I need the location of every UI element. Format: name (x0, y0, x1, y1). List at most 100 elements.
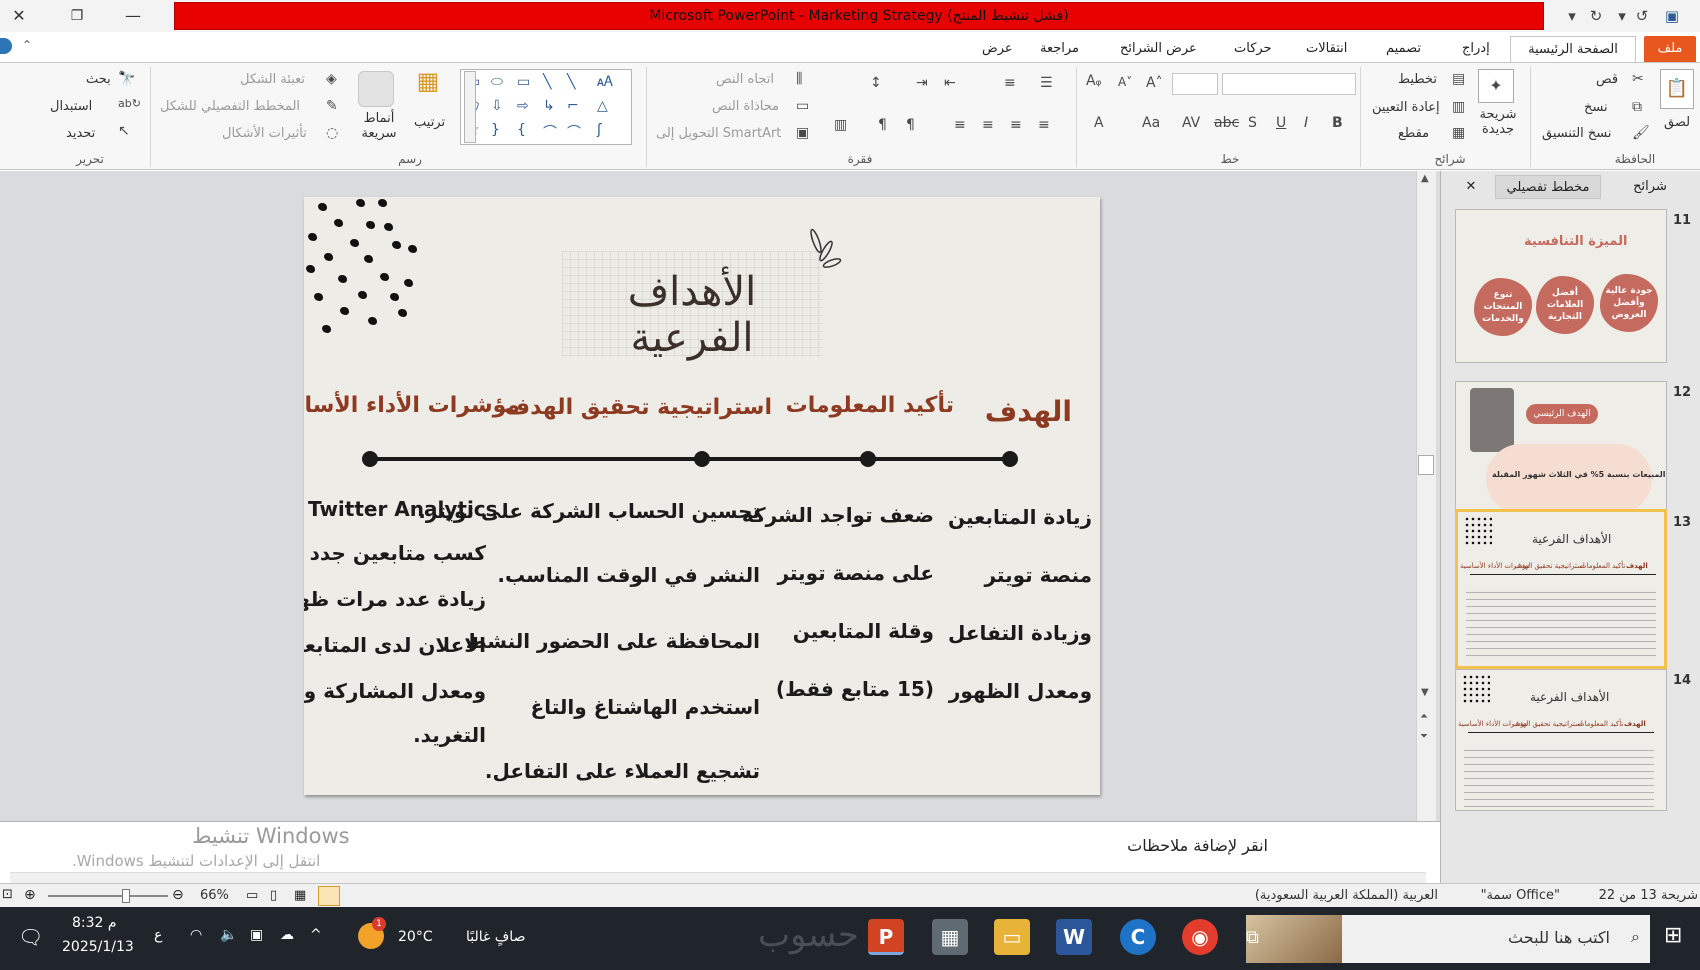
collapse-ribbon-icon[interactable]: ⌃ (22, 38, 32, 52)
tab-slides-pane[interactable]: شرائح (1605, 175, 1695, 199)
shape-outline-icon[interactable]: ✎ (326, 98, 338, 114)
replace-button[interactable]: استبدال (50, 99, 92, 114)
select-button[interactable]: تحديد (66, 126, 95, 141)
shape-effects-button[interactable]: تأثيرات الأشكال (222, 126, 307, 141)
font-name-box[interactable] (1222, 73, 1356, 95)
meet-icon[interactable]: ▣ (250, 927, 263, 943)
paste-button[interactable]: لصق (1664, 115, 1690, 130)
slideshow-icon[interactable]: ▭ (246, 888, 258, 903)
align-left-icon[interactable]: ≡ (982, 117, 994, 133)
bold-icon[interactable]: B (1332, 115, 1343, 131)
close-pane-icon[interactable]: ✕ (1459, 175, 1483, 199)
scissors-icon[interactable]: ✂ (1632, 71, 1644, 87)
shapes-gallery[interactable]: ▭⬭▭╲╲🗚 ⬠⇩⇨↳⌐△ ☆}{⌒⌒ʃ (460, 69, 632, 145)
strikethrough-icon[interactable]: abc (1214, 115, 1239, 131)
align-text-icon[interactable]: ▭ (796, 98, 809, 114)
file-explorer-icon[interactable]: ▭ (994, 919, 1030, 955)
weather-desc[interactable]: صافٍ غالبًا (466, 929, 525, 945)
tab-slideshow[interactable]: عرض الشرائح (1110, 36, 1207, 62)
section-icon[interactable]: ▦ (1452, 125, 1465, 141)
clock-time[interactable]: 8:32 م (72, 915, 117, 931)
smartart-icon[interactable]: ▣ (796, 125, 809, 141)
fit-slide-icon[interactable]: ⊡ (2, 887, 13, 902)
shrink-font-icon[interactable]: A˅ (1118, 75, 1132, 89)
tab-transitions[interactable]: انتقالات (1296, 36, 1357, 62)
smartart-button[interactable]: التحويل إلى SmartArt (656, 126, 781, 141)
shadow-icon[interactable]: S (1248, 115, 1257, 131)
next-slide-icon[interactable]: ⏷ (1420, 731, 1428, 742)
tray-chevron-icon[interactable]: ^ (310, 927, 322, 943)
help-icon[interactable] (0, 38, 12, 54)
text-direction-icon[interactable]: ⫼ (796, 71, 802, 87)
reset-button[interactable]: إعادة التعيين (1372, 100, 1440, 115)
word-icon[interactable]: W (1056, 919, 1092, 955)
reading-view-icon[interactable]: ▯ (270, 888, 277, 903)
chrome-icon[interactable]: ◉ (1182, 919, 1218, 955)
dropdown-arrow-icon[interactable]: ▾ (1612, 5, 1632, 27)
tab-home[interactable]: الصفحة الرئيسية (1510, 36, 1636, 62)
powerpoint-icon[interactable]: P (868, 919, 904, 955)
numbering-icon[interactable]: ≡ (1004, 75, 1016, 91)
replace-icon[interactable]: ab↻ (118, 97, 141, 110)
line-spacing-icon[interactable]: ↕ (870, 75, 882, 91)
rtl-icon[interactable]: ¶ (906, 117, 915, 133)
font-color-icon[interactable]: A (1094, 115, 1104, 131)
bullets-icon[interactable]: ☰ (1040, 75, 1053, 91)
quick-styles-icon[interactable] (358, 71, 394, 107)
scroll-thumb[interactable] (1418, 455, 1434, 475)
save-icon[interactable]: ▣ (1662, 5, 1682, 27)
repeat-icon[interactable]: ↻ (1586, 5, 1606, 27)
notes-placeholder[interactable]: انقر لإضافة ملاحظات (1127, 836, 1268, 855)
copy-button[interactable]: نسخ (1584, 100, 1608, 115)
undo-icon[interactable]: ↺ (1632, 5, 1652, 27)
italic-icon[interactable]: I (1304, 115, 1308, 131)
char-spacing-icon[interactable]: AV (1182, 115, 1200, 131)
center-icon[interactable]: ≡ (1010, 117, 1022, 133)
scroll-down-icon[interactable]: ▼ (1421, 687, 1429, 698)
normal-view-icon[interactable] (318, 886, 340, 906)
text-direction-button[interactable]: اتجاه النص (716, 72, 774, 87)
copy-icon[interactable]: ⧉ (1632, 99, 1642, 115)
increase-indent-icon[interactable]: ⇥ (916, 75, 928, 91)
tool-icon[interactable]: ▦ (932, 919, 968, 955)
zoom-level[interactable]: 66% (200, 888, 229, 903)
weather-temp[interactable]: 20°C (398, 929, 433, 945)
underline-icon[interactable]: U (1276, 115, 1286, 131)
previous-slide-icon[interactable]: ⏶ (1420, 711, 1428, 722)
layout-button[interactable]: تخطيط (1398, 72, 1437, 87)
find-button[interactable]: بحث (86, 72, 111, 87)
layout-icon[interactable]: ▤ (1452, 71, 1465, 87)
notes-pane[interactable]: انقر لإضافة ملاحظات تنشيط Windows انتقل … (0, 821, 1440, 884)
app-c-icon[interactable]: C (1120, 919, 1156, 955)
taskbar-search[interactable]: ⌕ اكتب هنا للبحث (1246, 915, 1650, 963)
slide-canvas[interactable]: الأهداف الفرعية الهدف تأكيد المعلومات اس… (304, 197, 1100, 795)
onedrive-icon[interactable]: ☁ (280, 927, 294, 943)
new-slide-icon[interactable]: ✦ (1478, 69, 1514, 103)
arrange-icon[interactable]: ▦ (408, 67, 448, 105)
input-language[interactable]: ع (154, 927, 162, 943)
zoom-slider[interactable] (48, 895, 168, 897)
shape-effects-icon[interactable]: ◌ (326, 125, 338, 141)
slide-thumbnail-14[interactable]: الأهداف الفرعية الهدف تأكيد المعلومات اس… (1455, 669, 1667, 811)
tab-review[interactable]: مراجعة (1030, 36, 1089, 62)
tab-outline-pane[interactable]: مخطط تفصيلي (1495, 175, 1601, 199)
new-slide-button[interactable]: شريحة جديدة (1478, 107, 1518, 137)
tab-animations[interactable]: حركات (1224, 36, 1282, 62)
shape-outline-button[interactable]: المخطط التفصيلي للشكل (160, 99, 300, 114)
clock-date[interactable]: 2025/1/13 (62, 939, 134, 955)
paste-icon[interactable]: 📋 (1660, 69, 1694, 109)
wifi-icon[interactable]: ◠ (190, 927, 202, 943)
zoom-in-icon[interactable]: ⊕ (24, 887, 36, 903)
change-case-icon[interactable]: Aa (1142, 115, 1160, 131)
clear-format-icon[interactable]: Aᵩ (1086, 73, 1101, 89)
format-painter-icon[interactable]: 🖌 (1632, 125, 1650, 141)
reset-icon[interactable]: ▥ (1452, 99, 1465, 115)
arrange-button[interactable]: ترتيب (414, 115, 445, 130)
grow-font-icon[interactable]: A˄ (1146, 75, 1163, 91)
vertical-scrollbar[interactable]: ▲ ▼ ⏶ ⏷ (1416, 171, 1436, 821)
volume-icon[interactable]: 🔈 (220, 927, 237, 943)
zoom-slider-thumb[interactable] (122, 889, 130, 903)
align-text-button[interactable]: محاذاة النص (712, 99, 779, 114)
minimize-icon[interactable]: — (118, 4, 148, 28)
justify-icon[interactable]: ≡ (954, 117, 966, 133)
